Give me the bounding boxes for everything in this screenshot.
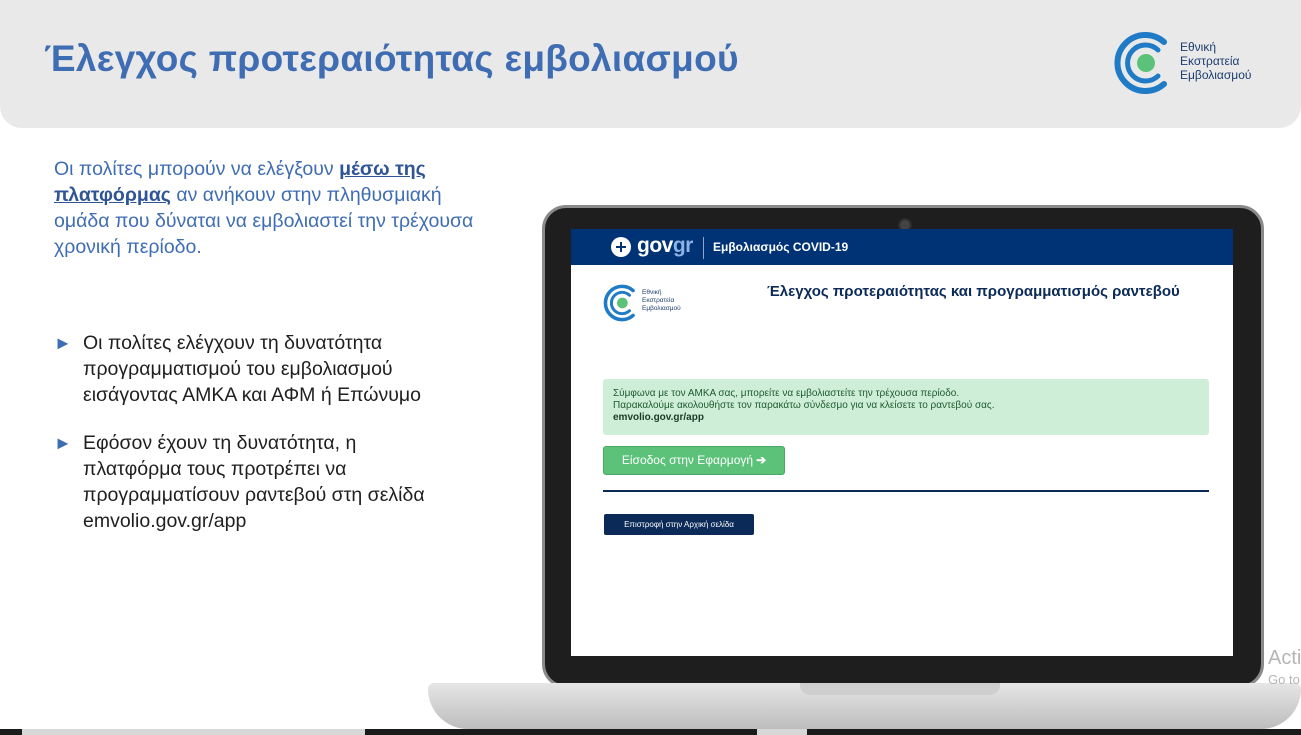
triangle-right-icon: ► — [54, 433, 72, 453]
greek-emblem-icon — [611, 237, 631, 257]
laptop-screen: govgr Εμβολιασμός COVID-19 Εθνική Εκστρα… — [571, 229, 1233, 656]
page-heading: Έλεγχος προτεραιότητας και προγραμματισμ… — [767, 283, 1180, 300]
divider-line — [603, 490, 1209, 492]
activation-watermark-sub: Go to — [1268, 672, 1300, 687]
gov-header-bar: govgr Εμβολιασμός COVID-19 — [571, 229, 1233, 265]
campaign-logo-icon — [1114, 32, 1167, 94]
triangle-right-icon: ► — [54, 333, 72, 353]
taskbar-segment — [22, 729, 365, 735]
laptop-base-notch — [800, 683, 1000, 695]
service-name: Εμβολιασμός COVID-19 — [713, 240, 849, 254]
activation-watermark: Acti — [1268, 647, 1301, 669]
intro-paragraph: Οι πολίτες μπορούν να ελέγξουν μέσω της … — [54, 158, 474, 258]
success-alert: Σύμφωνα με τον ΑΜΚΑ σας, μπορείτε να εμβ… — [603, 379, 1209, 435]
header-divider — [703, 237, 704, 259]
campaign-logo-text: Εθνική Εκστρατεία Εμβολιασμού — [1180, 40, 1252, 82]
campaign-logo-small-icon — [603, 284, 635, 322]
slide-title: Έλεγχος προτεραιότητας εμβολιασμού — [44, 38, 739, 79]
bullet-list: ► Οι πολίτες ελέγχουν τη δυνατότητα προγρ… — [54, 330, 454, 556]
sign-in-icon: ➔ — [756, 453, 767, 467]
back-to-home-button[interactable]: Επιστροφή στην Αρχική σελίδα — [604, 514, 754, 535]
taskbar-segment — [757, 729, 807, 735]
bullet-item: ► Οι πολίτες ελέγχουν τη δυνατότητα προγρ… — [54, 332, 422, 406]
bullet-item: ► Εφόσον έχουν τη δυνατότητα, η πλατφόρμα… — [54, 432, 425, 532]
enter-app-button[interactable]: Είσοδος στην Εφαρμογή ➔ — [603, 446, 785, 475]
campaign-logo: Εθνική Εκστρατεία Εμβολιασμού — [1110, 26, 1260, 100]
emvolio-app-link[interactable]: emvolio.gov.gr/app — [613, 412, 1199, 424]
govgr-logo[interactable]: govgr — [637, 234, 693, 258]
campaign-logo-small: Εθνική Εκστρατεία Εμβολιασμού — [601, 281, 721, 325]
campaign-logo-small-text: Εθνική Εκστρατεία Εμβολιασμού — [642, 289, 681, 312]
